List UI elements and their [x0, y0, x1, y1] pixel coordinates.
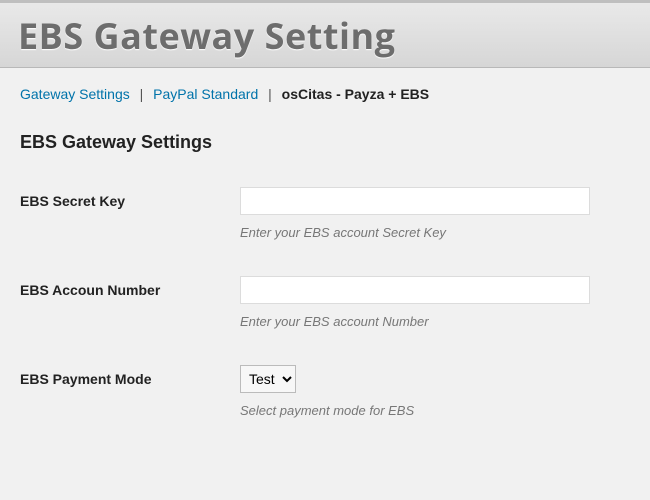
field-payment-mode: Test Select payment mode for EBS	[240, 365, 630, 418]
help-payment-mode: Select payment mode for EBS	[240, 403, 630, 418]
help-secret-key: Enter your EBS account Secret Key	[240, 225, 630, 240]
breadcrumb-link-gateway-settings[interactable]: Gateway Settings	[20, 86, 130, 102]
label-account-number: EBS Accoun Number	[20, 276, 240, 298]
secret-key-input[interactable]	[240, 187, 590, 215]
breadcrumb-separator: |	[140, 86, 144, 102]
field-account-number: Enter your EBS account Number	[240, 276, 630, 329]
form-row-account-number: EBS Accoun Number Enter your EBS account…	[20, 276, 630, 329]
payment-mode-select[interactable]: Test	[240, 365, 296, 393]
field-secret-key: Enter your EBS account Secret Key	[240, 187, 630, 240]
page-title: EBS Gateway Setting	[18, 11, 395, 60]
form-row-secret-key: EBS Secret Key Enter your EBS account Se…	[20, 187, 630, 240]
account-number-input[interactable]	[240, 276, 590, 304]
header-bar: EBS Gateway Setting	[0, 0, 650, 68]
label-payment-mode: EBS Payment Mode	[20, 365, 240, 387]
form-row-payment-mode: EBS Payment Mode Test Select payment mod…	[20, 365, 630, 418]
content-area: Gateway Settings | PayPal Standard | osC…	[0, 68, 650, 418]
breadcrumb: Gateway Settings | PayPal Standard | osC…	[20, 86, 630, 102]
breadcrumb-separator: |	[268, 86, 272, 102]
help-account-number: Enter your EBS account Number	[240, 314, 630, 329]
section-title: EBS Gateway Settings	[20, 132, 630, 153]
label-secret-key: EBS Secret Key	[20, 187, 240, 209]
breadcrumb-current: osCitas - Payza + EBS	[282, 86, 429, 102]
breadcrumb-link-paypal-standard[interactable]: PayPal Standard	[153, 86, 258, 102]
